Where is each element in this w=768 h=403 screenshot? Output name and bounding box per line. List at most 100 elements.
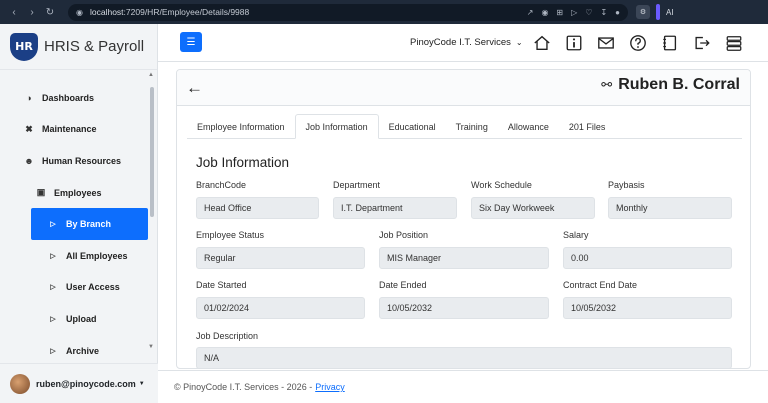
sidebar-item-label: Employees [54, 187, 102, 198]
department-label: Department [333, 180, 381, 190]
avatar [10, 373, 30, 394]
info-icon[interactable] [563, 33, 585, 53]
scroll-up-icon[interactable]: ▲ [148, 72, 154, 78]
date-started-label: Date Started [196, 280, 247, 290]
sidebar-item-employees[interactable]: ▣ Employees [0, 177, 152, 209]
job-description-field[interactable]: N/A [196, 347, 732, 368]
sidebar-item-maintenance[interactable]: ✖ Maintenance [0, 114, 152, 146]
download-icon[interactable]: ↧ [600, 8, 607, 17]
paybasis-field[interactable]: Monthly [608, 197, 732, 219]
sidebar-item-label: Dashboards [42, 92, 95, 103]
tab-allowance[interactable]: Allowance [498, 114, 559, 139]
heart-icon[interactable]: ♡ [585, 8, 592, 17]
toolbar-icons [531, 33, 745, 53]
mail-icon[interactable] [595, 33, 617, 53]
date-ended-label: Date Ended [379, 280, 427, 290]
date-started-field[interactable]: 01/02/2024 [196, 297, 365, 319]
lock-icon: ◉ [76, 7, 83, 17]
back-arrow-icon[interactable]: ← [186, 78, 203, 98]
employee-name-heading: ⚯ Ruben B. Corral [601, 76, 740, 94]
tab-201-files[interactable]: 201 Files [559, 114, 616, 139]
sidebar-item-by-branch[interactable]: ▷ By Branch [31, 208, 148, 240]
home-icon[interactable] [531, 33, 553, 53]
user-menu[interactable]: ruben@pinoycode.com ▼ [0, 363, 158, 403]
company-selector[interactable]: PinoyCode I.T. Services ⌄ [410, 37, 523, 48]
paybasis-label: Paybasis [608, 180, 645, 190]
status-field[interactable]: Regular [196, 247, 365, 269]
menu-toggle-button[interactable]: ☰ [180, 32, 202, 52]
sidebar-item-label: Human Resources [42, 155, 122, 166]
sidebar-item-archive[interactable]: ▷ Archive [0, 335, 152, 367]
play-icon[interactable]: ▷ [571, 8, 577, 17]
forward-icon[interactable]: › [26, 7, 38, 18]
branch-field[interactable]: Head Office [196, 197, 319, 219]
user-email: ruben@pinoycode.com [36, 378, 136, 389]
share-icon[interactable]: ↗ [527, 8, 534, 17]
play-icon: ▷ [50, 221, 56, 229]
sidebar-item-label: Maintenance [42, 124, 97, 135]
tools-icon: ✖ [25, 123, 33, 134]
position-field[interactable]: MIS Manager [379, 247, 549, 269]
sidebar-item-label: User Access [66, 282, 120, 293]
schedule-field[interactable]: Six Day Workweek [471, 197, 595, 219]
sidebar-item-label: All Employees [66, 250, 128, 261]
date-ended-field[interactable]: 10/05/2032 [379, 297, 549, 319]
sidebar: HR HRIS & Payroll ▲ ▼ ◑ Dashboards ✖ Mai… [0, 24, 158, 403]
copyright-text: © PinoyCode I.T. Services - 2026 - [174, 382, 313, 392]
sidebar-item-user-access[interactable]: ▷ User Access [0, 272, 152, 304]
help-icon[interactable] [627, 33, 649, 53]
privacy-link[interactable]: Privacy [315, 382, 345, 392]
reload-icon[interactable]: ↻ [44, 7, 56, 18]
ai-button[interactable]: AI [666, 8, 674, 17]
sidebar-item-label: By Branch [66, 219, 112, 230]
position-label: Job Position [379, 230, 429, 240]
sidebar-item-all-employees[interactable]: ▷ All Employees [0, 240, 152, 272]
section-title: Job Information [196, 155, 290, 170]
employee-name: Ruben B. Corral [618, 76, 740, 93]
status-label: Employee Status [196, 230, 265, 240]
accent-bar [656, 4, 660, 20]
people-icon: ☻ [24, 155, 34, 166]
contract-end-field[interactable]: 10/05/2032 [563, 297, 732, 319]
card-header: ← ⚯ Ruben B. Corral [177, 70, 750, 106]
url-host: localhost [89, 7, 124, 17]
extensions: ⚙ AI [636, 4, 674, 20]
address-bar-icons: ↗ ◉ ⊞ ▷ ♡ ↧ ● [527, 8, 620, 17]
department-field[interactable]: I.T. Department [333, 197, 457, 219]
branch-label: BranchCode [196, 180, 247, 190]
schedule-label: Work Schedule [471, 180, 532, 190]
detail-tabs: Employee Information Job Information Edu… [187, 114, 742, 139]
brand[interactable]: HR HRIS & Payroll [0, 24, 157, 70]
profile-icon[interactable]: ● [615, 8, 620, 17]
extension-icon[interactable]: ⚙ [636, 5, 650, 19]
camera-icon[interactable]: ◉ [541, 8, 548, 17]
job-description-label: Job Description [196, 331, 259, 341]
url-path: :7209/HR/Employee/Details/9988 [123, 7, 250, 17]
caret-down-icon: ▼ [138, 380, 145, 387]
notebook-icon[interactable] [659, 33, 681, 53]
company-name: PinoyCode I.T. Services [410, 37, 511, 48]
tab-educational[interactable]: Educational [379, 114, 446, 139]
play-icon: ▷ [50, 252, 56, 260]
tab-employee-information[interactable]: Employee Information [187, 114, 295, 139]
back-icon[interactable]: ‹ [8, 7, 20, 18]
salary-field[interactable]: 0.00 [563, 247, 732, 269]
sidebar-item-label: Upload [66, 313, 97, 324]
person-icon: ⚯ [601, 77, 613, 92]
sidebar-item-human-resources[interactable]: ☻ Human Resources [0, 145, 152, 177]
server-icon[interactable] [723, 33, 745, 53]
sidebar-item-upload[interactable]: ▷ Upload [0, 303, 152, 335]
install-icon[interactable]: ⊞ [556, 8, 563, 17]
browser-nav: ‹ › ↻ [0, 7, 56, 18]
sidebar-item-dashboards[interactable]: ◑ Dashboards [0, 82, 152, 114]
tab-job-information[interactable]: Job Information [294, 114, 379, 139]
tab-training[interactable]: Training [446, 114, 498, 139]
play-icon: ▷ [50, 284, 56, 292]
top-navbar: ☰ PinoyCode I.T. Services ⌄ [158, 24, 768, 62]
address-bar[interactable]: ◉ localhost:7209/HR/Employee/Details/998… [68, 3, 628, 21]
logout-icon[interactable] [691, 33, 713, 53]
footer: © PinoyCode I.T. Services - 2026 - Priva… [158, 370, 768, 403]
browser-toolbar: ‹ › ↻ ◉ localhost:7209/HR/Employee/Detai… [0, 0, 768, 24]
contract-end-label: Contract End Date [563, 280, 638, 290]
sidebar-item-label: Archive [66, 345, 100, 356]
